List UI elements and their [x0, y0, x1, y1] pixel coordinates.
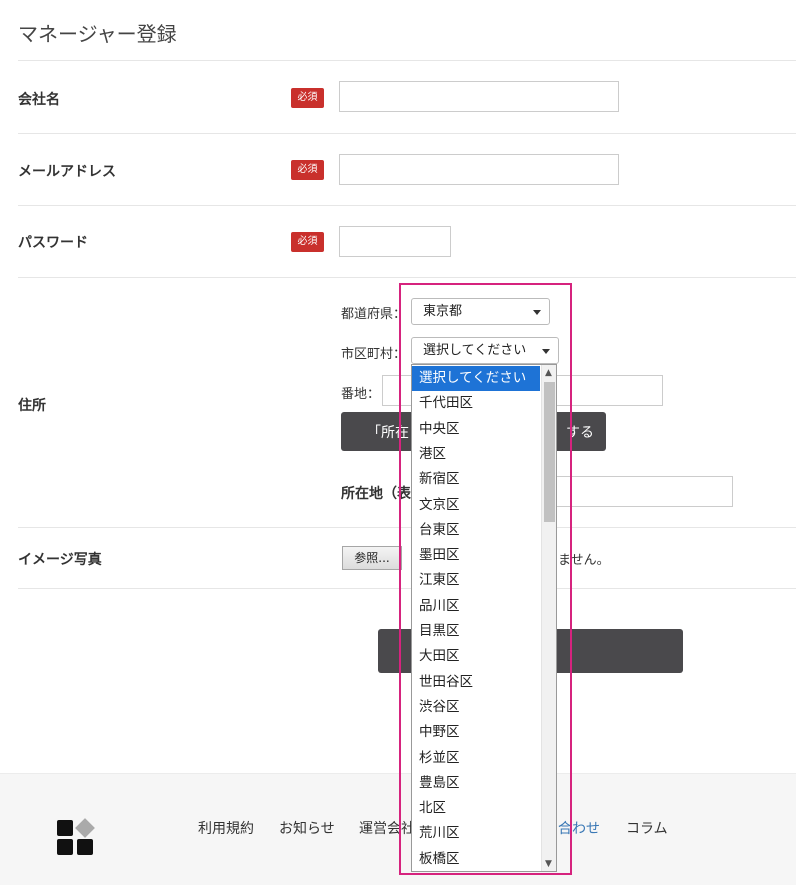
- password-label: パスワード: [18, 235, 88, 251]
- footer-link-column[interactable]: コラム: [626, 818, 668, 838]
- street-label: 番地：: [341, 387, 381, 402]
- email-input[interactable]: [339, 154, 619, 185]
- company-label: 会社名: [18, 92, 60, 108]
- page-title: マネージャー登録: [18, 22, 177, 46]
- footer-link-news[interactable]: お知らせ: [279, 818, 335, 838]
- required-badge: 必須: [291, 88, 324, 108]
- email-label: メールアドレス: [18, 164, 116, 180]
- image-label: イメージ写真: [18, 552, 102, 568]
- highlight-box: [399, 283, 572, 875]
- display-address-input[interactable]: [553, 476, 733, 507]
- browse-button[interactable]: 参照...: [342, 546, 402, 570]
- required-badge: 必須: [291, 160, 324, 180]
- prefecture-label: 都道府県：: [341, 307, 407, 322]
- required-badge: 必須: [291, 232, 324, 252]
- footer-link-terms[interactable]: 利用規約: [198, 818, 254, 838]
- divider: [18, 277, 796, 278]
- divider: [18, 133, 796, 134]
- divider: [18, 60, 796, 61]
- divider: [18, 205, 796, 206]
- company-name-input[interactable]: [339, 81, 619, 112]
- password-input[interactable]: [339, 226, 451, 257]
- city-label: 市区町村：: [341, 347, 407, 362]
- address-label: 住所: [18, 398, 46, 414]
